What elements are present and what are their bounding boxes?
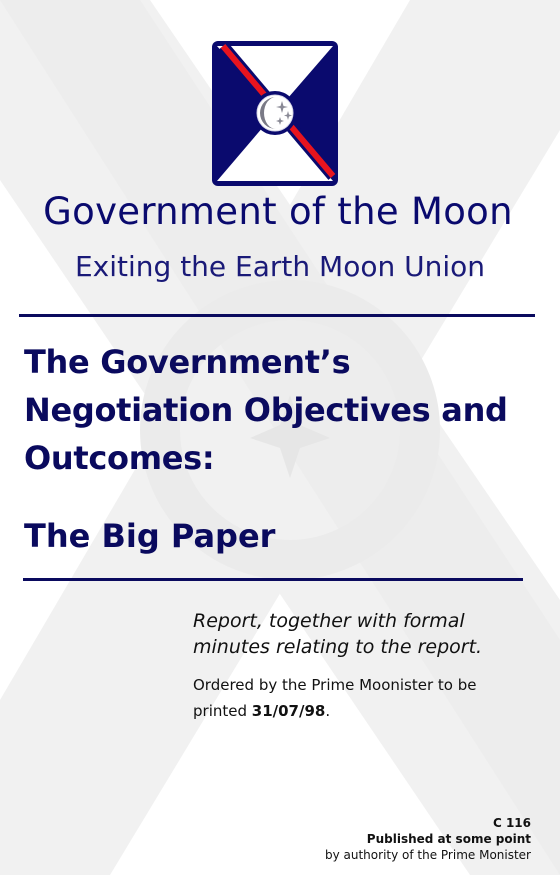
department-title: Exiting the Earth Moon Union (74, 250, 486, 283)
published-line: Published at some point (366, 832, 531, 846)
ordered-suffix: . (325, 702, 331, 720)
ordered-prefix: printed (193, 702, 252, 720)
organization-title: Government of the Moon (43, 190, 513, 233)
document-subtitle: The Big Paper (24, 517, 276, 555)
ordered-note-line: printed 31/07/98. (193, 698, 533, 724)
top-divider (19, 314, 535, 317)
command-paper-code: C 116 (492, 816, 531, 830)
report-note: Report, together with formal minutes rel… (193, 608, 533, 660)
report-note-line: Report, together with formal (193, 610, 465, 632)
publication-footer: C 116 Published at some point by authori… (325, 815, 531, 863)
ordered-note-line: Ordered by the Prime Moonister to be (193, 676, 477, 694)
document-title-line: The Government’s (24, 343, 351, 381)
authority-line: by authority of the Prime Monister (324, 848, 531, 862)
report-note-line: minutes relating to the report. (193, 636, 483, 658)
moon-crest-icon (212, 41, 338, 186)
ordered-note: Ordered by the Prime Moonister to be pri… (193, 672, 533, 724)
document-title-line: Negotiation Objectives and (24, 391, 508, 429)
ordered-date: 31/07/98 (251, 702, 326, 720)
document-title-line: Outcomes: (24, 439, 215, 477)
bottom-divider (23, 578, 523, 581)
document-title: The Government’s Negotiation Objectives … (24, 338, 544, 482)
